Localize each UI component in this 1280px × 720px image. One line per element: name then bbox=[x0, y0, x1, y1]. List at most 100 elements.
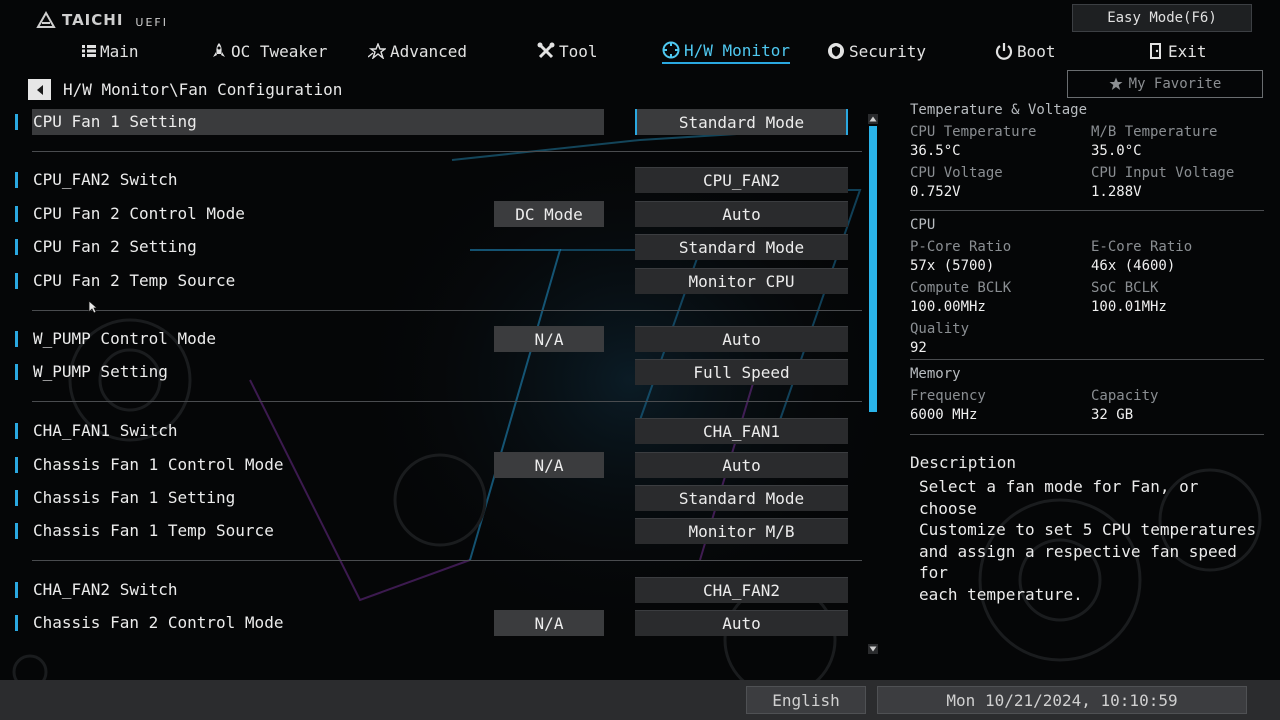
setting-value-button[interactable]: Auto bbox=[635, 201, 848, 227]
back-button[interactable] bbox=[28, 79, 51, 100]
row-marker bbox=[15, 490, 18, 506]
cpu-input-voltage-label: CPU Input Voltage bbox=[1091, 165, 1235, 181]
setting-row-wpump-setting[interactable]: W_PUMP Setting Full Speed bbox=[0, 359, 870, 385]
setting-status: N/A bbox=[494, 326, 604, 352]
row-marker bbox=[15, 206, 18, 222]
mb-temperature-value: 35.0°C bbox=[1091, 143, 1142, 159]
exit-icon bbox=[1150, 43, 1161, 59]
row-marker bbox=[15, 172, 18, 188]
memory-capacity: Capacity 32 GB bbox=[1091, 386, 1261, 425]
list-icon bbox=[82, 45, 96, 57]
settings-list: CPU Fan 1 Setting Standard Mode CPU_FAN2… bbox=[0, 104, 870, 656]
setting-status: DC Mode bbox=[494, 201, 604, 227]
soc-bclk: SoC BCLK 100.01MHz bbox=[1091, 278, 1261, 317]
power-icon bbox=[995, 43, 1013, 60]
setting-row-chassis-fan1-setting[interactable]: Chassis Fan 1 Setting Standard Mode bbox=[0, 485, 870, 511]
setting-value-button[interactable]: Monitor CPU bbox=[635, 268, 848, 294]
shield-icon bbox=[828, 43, 844, 59]
setting-value-button[interactable]: Standard Mode bbox=[635, 485, 848, 511]
setting-value-button[interactable]: CPU_FAN2 bbox=[635, 167, 848, 193]
tab-boot[interactable]: Boot bbox=[995, 38, 1056, 64]
my-favorite-label: My Favorite bbox=[1128, 76, 1222, 92]
setting-label: CPU Fan 2 Control Mode bbox=[33, 204, 245, 223]
divider bbox=[32, 310, 862, 311]
cpu-grid: P-Core Ratio 57x (5700) E-Core Ratio 46x… bbox=[910, 235, 1264, 359]
setting-row-cpu-fan2-control-mode[interactable]: CPU Fan 2 Control Mode DC Mode Auto bbox=[0, 201, 870, 227]
description-line: Select a fan mode for Fan, or choose bbox=[919, 477, 1199, 518]
setting-value-button[interactable]: CHA_FAN1 bbox=[635, 418, 848, 444]
divider bbox=[32, 401, 862, 402]
setting-row-chassis-fan2-control-mode[interactable]: Chassis Fan 2 Control Mode N/A Auto bbox=[0, 610, 870, 636]
setting-label: CPU_FAN2 Switch bbox=[33, 170, 178, 189]
description-title: Description bbox=[910, 453, 1016, 472]
tab-security[interactable]: Security bbox=[827, 38, 926, 64]
quality-value: 92 bbox=[910, 340, 927, 356]
setting-row-cpu-fan2-setting[interactable]: CPU Fan 2 Setting Standard Mode bbox=[0, 234, 870, 260]
panel-divider bbox=[910, 434, 1264, 435]
setting-row-cha-fan1-switch[interactable]: CHA_FAN1 Switch CHA_FAN1 bbox=[0, 418, 870, 444]
soc-bclk-label: SoC BCLK bbox=[1091, 280, 1159, 296]
setting-row-cpu-fan2-switch[interactable]: CPU_FAN2 Switch CPU_FAN2 bbox=[0, 167, 870, 193]
datetime-display: Mon 10/21/2024, 10:10:59 bbox=[877, 686, 1247, 714]
rocket-icon bbox=[213, 43, 225, 57]
setting-row-cpu-fan1-setting[interactable]: CPU Fan 1 Setting Standard Mode bbox=[0, 109, 870, 135]
language-button[interactable]: English bbox=[746, 686, 866, 714]
tab-advanced[interactable]: Advanced bbox=[368, 38, 467, 64]
main-nav: Main OC Tweaker Advanced Tool H/W Monito… bbox=[0, 38, 1280, 64]
cpu-voltage: CPU Voltage 0.752V bbox=[910, 163, 1080, 202]
temp-voltage-grid: CPU Temperature 36.5°C M/B Temperature 3… bbox=[910, 120, 1264, 204]
memory-section-title: Memory bbox=[910, 366, 961, 382]
scroll-down-button[interactable] bbox=[868, 644, 878, 654]
row-marker bbox=[15, 273, 18, 289]
taichi-logo-icon bbox=[36, 10, 56, 28]
setting-value-button[interactable]: Auto bbox=[635, 326, 848, 352]
setting-row-wpump-control-mode[interactable]: W_PUMP Control Mode N/A Auto bbox=[0, 326, 870, 352]
compute-bclk-label: Compute BCLK bbox=[910, 280, 1012, 296]
temp-voltage-title: Temperature & Voltage bbox=[910, 102, 1088, 118]
cpu-section-title: CPU bbox=[910, 217, 936, 233]
tab-hw-monitor[interactable]: H/W Monitor bbox=[662, 38, 790, 64]
row-marker bbox=[15, 457, 18, 473]
breadcrumb-path: H/W Monitor\Fan Configuration bbox=[63, 80, 343, 99]
tab-oc-tweaker[interactable]: OC Tweaker bbox=[211, 38, 327, 64]
row-marker bbox=[15, 364, 18, 380]
setting-row-chassis-fan1-temp-source[interactable]: Chassis Fan 1 Temp Source Monitor M/B bbox=[0, 518, 870, 544]
divider bbox=[32, 151, 862, 152]
scroll-thumb[interactable] bbox=[869, 126, 877, 412]
setting-label: Chassis Fan 2 Control Mode bbox=[33, 613, 284, 632]
setting-value-button[interactable]: Standard Mode bbox=[635, 109, 848, 135]
setting-value-button[interactable]: Monitor M/B bbox=[635, 518, 848, 544]
memory-frequency: Frequency 6000 MHz bbox=[910, 386, 1080, 425]
easy-mode-button[interactable]: Easy Mode(F6) bbox=[1072, 4, 1252, 32]
setting-value-button[interactable]: Auto bbox=[635, 610, 848, 636]
setting-row-chassis-fan1-control-mode[interactable]: Chassis Fan 1 Control Mode N/A Auto bbox=[0, 452, 870, 478]
setting-value-button[interactable]: Full Speed bbox=[635, 359, 848, 385]
cpu-temperature-label: CPU Temperature bbox=[910, 124, 1037, 140]
setting-status: N/A bbox=[494, 610, 604, 636]
setting-value-button[interactable]: Auto bbox=[635, 452, 848, 478]
my-favorite-button[interactable]: My Favorite bbox=[1067, 70, 1263, 98]
row-marker bbox=[15, 582, 18, 598]
setting-row-cha-fan2-switch[interactable]: CHA_FAN2 Switch CHA_FAN2 bbox=[0, 577, 870, 603]
brand-name: TAICHI bbox=[62, 10, 124, 29]
memory-capacity-label: Capacity bbox=[1091, 388, 1159, 404]
memory-capacity-value: 32 GB bbox=[1091, 407, 1134, 423]
pcore-ratio-label: P-Core Ratio bbox=[910, 239, 1012, 255]
setting-label: CPU Fan 2 Temp Source bbox=[33, 271, 236, 290]
description-text: Select a fan mode for Fan, or choose Cus… bbox=[919, 476, 1264, 605]
scroll-up-button[interactable] bbox=[868, 114, 878, 124]
ecore-ratio-value: 46x (4600) bbox=[1091, 258, 1176, 274]
memory-frequency-label: Frequency bbox=[910, 388, 986, 404]
tab-tool[interactable]: Tool bbox=[537, 38, 598, 64]
settings-scrollbar[interactable] bbox=[867, 114, 879, 654]
row-marker bbox=[15, 114, 18, 130]
setting-row-cpu-fan2-temp-source[interactable]: CPU Fan 2 Temp Source Monitor CPU bbox=[0, 268, 870, 294]
tab-main[interactable]: Main bbox=[82, 38, 139, 64]
description-line: and assign a respective fan speed for bbox=[919, 541, 1237, 583]
tab-boot-label: Boot bbox=[1017, 41, 1056, 61]
setting-value-button[interactable]: CHA_FAN2 bbox=[635, 577, 848, 603]
description-line: Customize to set 5 CPU temperatures bbox=[919, 520, 1257, 539]
tab-exit[interactable]: Exit bbox=[1148, 38, 1207, 64]
description-line: each temperature. bbox=[919, 584, 1083, 604]
setting-value-button[interactable]: Standard Mode bbox=[635, 234, 848, 260]
